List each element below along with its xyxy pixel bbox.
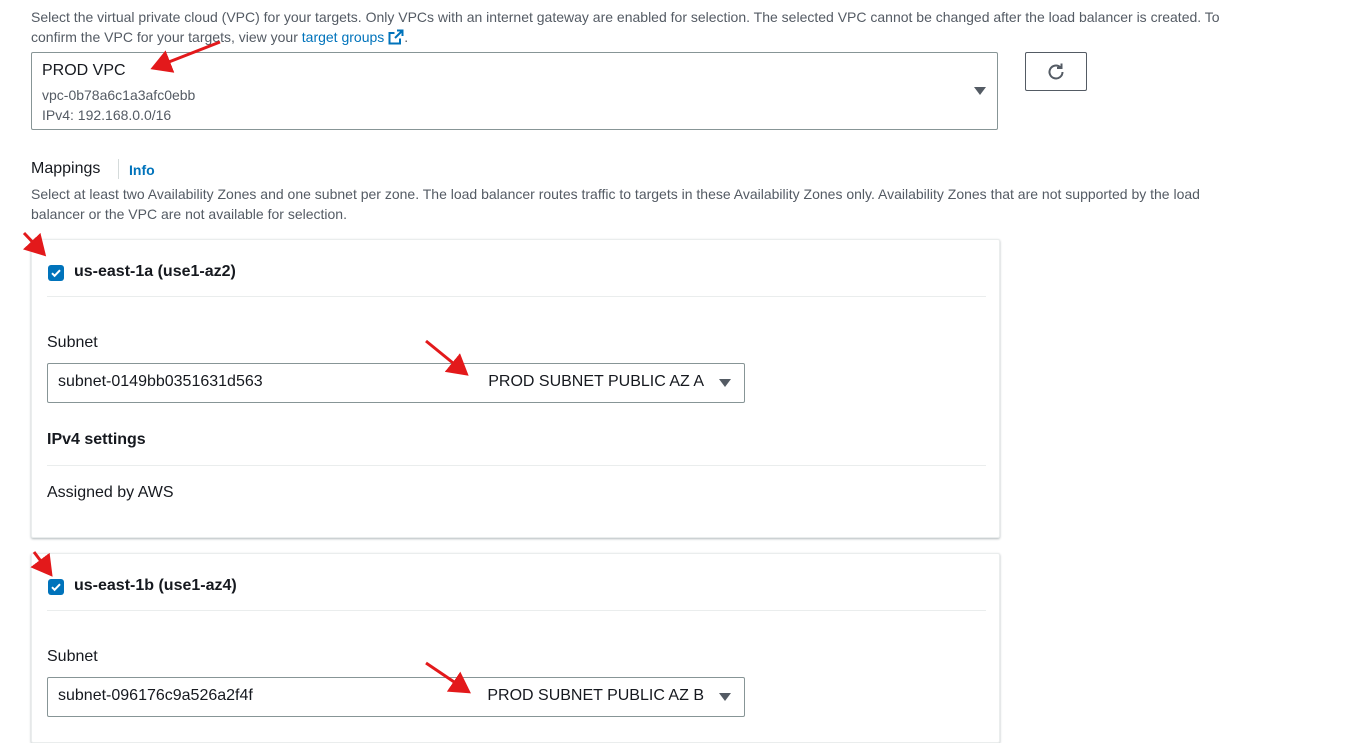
az-label: us-east-1b (use1-az4) [74, 577, 237, 594]
subnet-id: subnet-096176c9a526a2f4f [58, 687, 253, 704]
ipv4-settings-heading: IPv4 settings [47, 431, 146, 448]
external-link-icon[interactable] [388, 29, 404, 50]
az-label: us-east-1a (use1-az2) [74, 263, 236, 280]
subnet-select-us-east-1a[interactable]: subnet-0149bb0351631d563 PROD SUBNET PUB… [47, 363, 745, 403]
mappings-title: Mappings [31, 160, 101, 177]
mappings-description-line2: balancer or the VPC are not available fo… [31, 206, 347, 222]
mappings-description: Select at least two Availability Zones a… [31, 184, 1351, 224]
checkmark-icon [51, 583, 61, 592]
ipv4-divider [47, 465, 986, 466]
mappings-info-link[interactable]: Info [129, 162, 155, 178]
vpc-description: Select the virtual private cloud (VPC) f… [31, 7, 1351, 50]
az-card-us-east-1a: us-east-1a (use1-az2) Subnet subnet-0149… [31, 239, 1000, 538]
subnet-select-us-east-1b[interactable]: subnet-096176c9a526a2f4f PROD SUBNET PUB… [47, 677, 745, 717]
az-checkbox-us-east-1a[interactable] [48, 265, 64, 281]
az-divider [47, 610, 986, 611]
az-card-us-east-1b: us-east-1b (use1-az4) Subnet subnet-0961… [31, 553, 1000, 743]
checkmark-icon [51, 269, 61, 278]
ipv4-assignment-value: Assigned by AWS [47, 484, 174, 501]
subnet-label: Subnet [47, 648, 98, 665]
az-divider [47, 296, 986, 297]
vpc-description-end: . [404, 29, 409, 45]
vpc-name: PROD VPC [42, 62, 126, 79]
subnet-label: Subnet [47, 334, 98, 351]
subnet-id: subnet-0149bb0351631d563 [58, 373, 263, 390]
refresh-icon [1048, 63, 1064, 79]
target-groups-link[interactable]: target groups [302, 29, 385, 45]
refresh-button[interactable] [1025, 52, 1087, 91]
vpc-description-line2: confirm the VPC for your targets, view y… [31, 29, 302, 45]
vpc-id: vpc-0b78a6c1a3afc0ebb [42, 87, 196, 103]
mappings-description-line1: Select at least two Availability Zones a… [31, 186, 1200, 202]
subnet-name: PROD SUBNET PUBLIC AZ A [488, 373, 704, 390]
vpc-cidr: IPv4: 192.168.0.0/16 [42, 107, 172, 123]
caret-down-icon [719, 379, 731, 387]
vpc-select[interactable]: PROD VPC vpc-0b78a6c1a3afc0ebb IPv4: 192… [31, 52, 998, 130]
az-checkbox-us-east-1b[interactable] [48, 579, 64, 595]
caret-down-icon [719, 693, 731, 701]
subnet-name: PROD SUBNET PUBLIC AZ B [487, 687, 704, 704]
caret-down-icon [974, 87, 986, 95]
vpc-description-line1: Select the virtual private cloud (VPC) f… [31, 9, 1220, 25]
info-separator [118, 159, 119, 179]
